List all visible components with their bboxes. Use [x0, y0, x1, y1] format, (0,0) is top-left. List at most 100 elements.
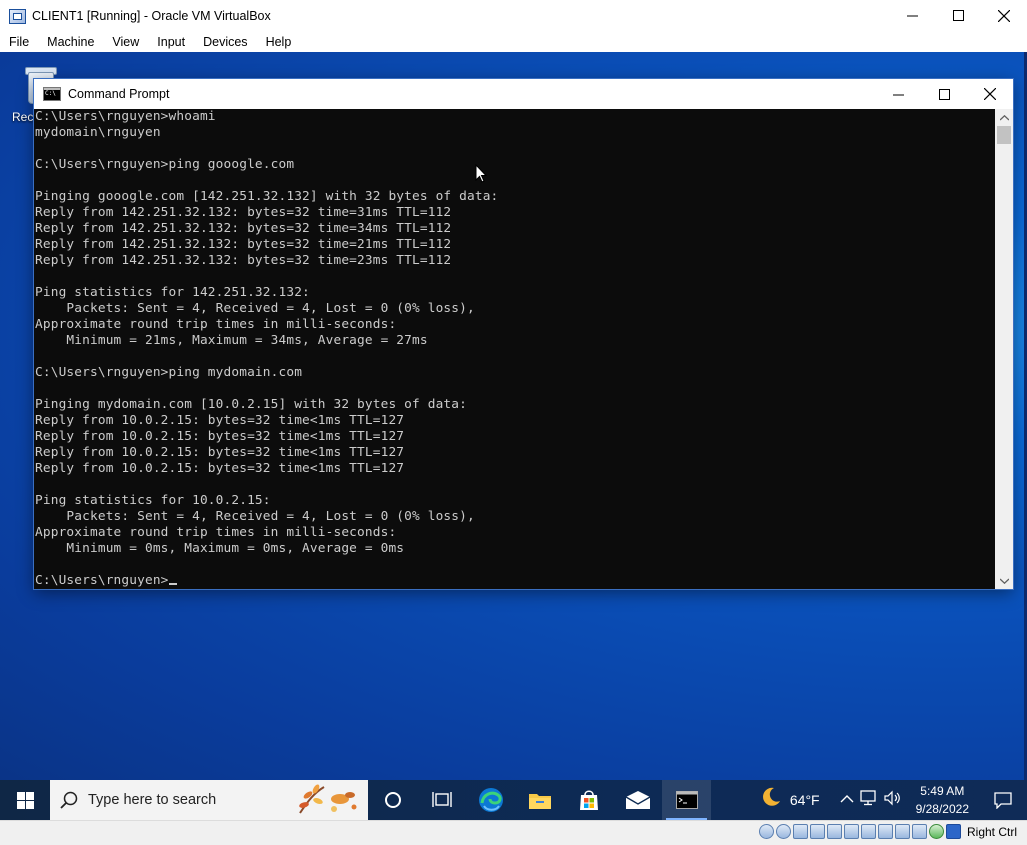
text-cursor: [168, 583, 177, 585]
console-line: Reply from 142.251.32.132: bytes=32 time…: [35, 205, 452, 220]
menu-help[interactable]: Help: [257, 35, 301, 49]
cmd-close-button[interactable]: [967, 79, 1013, 109]
console-line: Reply from 142.251.32.132: bytes=32 time…: [35, 237, 452, 252]
action-center-button[interactable]: [979, 780, 1027, 820]
console-line: Reply from 10.0.2.15: bytes=32 time<1ms …: [35, 445, 405, 460]
console-line: Packets: Sent = 4, Received = 4, Lost = …: [66, 509, 475, 524]
cmd-scrollbar[interactable]: [995, 109, 1013, 589]
volume-icon[interactable]: [884, 790, 902, 810]
console-line: C:\Users\rnguyen>ping gooogle.com: [35, 157, 295, 172]
cmd-titlebar[interactable]: Command Prompt: [34, 79, 1013, 109]
mail-button[interactable]: [613, 780, 662, 820]
cmd-minimize-button[interactable]: [875, 79, 921, 109]
command-prompt-taskbar-button[interactable]: [662, 780, 711, 820]
vbox-window-title: CLIENT1 [Running] - Oracle VM VirtualBox: [32, 8, 271, 23]
weather-temperature[interactable]: 64°F: [790, 792, 820, 808]
vbox-minimize-button[interactable]: [889, 0, 935, 31]
cmd-maximize-button[interactable]: [921, 79, 967, 109]
edge-icon: [478, 788, 503, 812]
scroll-thumb[interactable]: [997, 126, 1011, 144]
audio-status-icon[interactable]: [792, 824, 808, 839]
console-line: Minimum = 0ms, Maximum = 0ms, Average = …: [66, 541, 405, 556]
command-prompt-icon: [675, 791, 698, 809]
shared-folders-status-icon[interactable]: [843, 824, 859, 839]
usb-status-icon[interactable]: [826, 824, 842, 839]
file-explorer-icon: [528, 794, 551, 809]
notification-icon: [994, 791, 1012, 809]
menu-input[interactable]: Input: [148, 35, 194, 49]
command-prompt-window[interactable]: Command Prompt C:\Users\rnguyen>whoami m…: [34, 79, 1013, 589]
maximize-icon: [952, 10, 964, 21]
console-line: C:\Users\rnguyen>ping mydomain.com: [35, 365, 303, 380]
console-line: C:\Users\rnguyen>whoami: [35, 109, 216, 124]
minimize-icon: [892, 94, 904, 95]
search-highlight-art-icon: [299, 784, 357, 814]
console-output[interactable]: C:\Users\rnguyen>whoami mydomain\rnguyen…: [34, 109, 995, 589]
search-icon: [60, 791, 80, 809]
store-button[interactable]: [564, 780, 613, 820]
taskbar-search-box[interactable]: Type here to search: [50, 780, 368, 820]
console-line: Pinging gooogle.com [142.251.32.132] wit…: [35, 189, 499, 204]
cortana-button[interactable]: [368, 780, 417, 820]
clock-time: 5:49 AM: [920, 784, 965, 798]
console-line: Minimum = 21ms, Maximum = 34ms, Average …: [66, 333, 428, 348]
console-line: Reply from 142.251.32.132: bytes=32 time…: [35, 221, 452, 236]
menu-devices[interactable]: Devices: [194, 35, 256, 49]
vbox-menubar: File Machine View Input Devices Help: [0, 31, 1027, 52]
virtualization-status-icon[interactable]: [894, 824, 910, 839]
vbox-titlebar[interactable]: CLIENT1 [Running] - Oracle VM VirtualBox: [0, 0, 1027, 31]
taskbar-clock[interactable]: 5:49 AM 9/28/2022: [916, 782, 969, 818]
clock-date: 9/28/2022: [915, 802, 969, 816]
tray-chevron-icon[interactable]: [840, 792, 854, 808]
console-line: Ping statistics for 10.0.2.15:: [35, 493, 271, 508]
menu-file[interactable]: File: [0, 35, 38, 49]
taskbar: Type here to search 64°F 5:49 AM 9/28/20…: [0, 780, 1027, 820]
video-capture-status-icon[interactable]: [877, 824, 893, 839]
weather-moon-icon[interactable]: [760, 786, 782, 814]
console-line: mydomain\rnguyen: [35, 125, 161, 140]
maximize-icon: [938, 88, 950, 100]
windows-logo-icon: [16, 791, 34, 809]
edge-button[interactable]: [466, 780, 515, 820]
console-line: Ping statistics for 142.251.32.132:: [35, 285, 310, 300]
console-line: Reply from 10.0.2.15: bytes=32 time<1ms …: [35, 413, 405, 428]
file-explorer-button[interactable]: [515, 780, 564, 820]
task-view-icon: [431, 792, 452, 807]
hard-disk-status-icon[interactable]: [758, 824, 774, 839]
cmd-window-title: Command Prompt: [68, 87, 170, 101]
cortana-icon: [384, 792, 401, 808]
host-key-label: Right Ctrl: [966, 824, 1017, 839]
display-status-icon[interactable]: [860, 824, 876, 839]
vbox-statusbar: Right Ctrl: [0, 820, 1027, 845]
menu-machine[interactable]: Machine: [38, 35, 103, 49]
console-line: Reply from 142.251.32.132: bytes=32 time…: [35, 253, 452, 268]
network-icon[interactable]: [859, 790, 878, 810]
console-line: Approximate round trip times in milli-se…: [35, 317, 397, 332]
guest-additions-status-icon[interactable]: [928, 824, 944, 839]
console-line: Approximate round trip times in milli-se…: [35, 525, 397, 540]
system-tray: 64°F 5:49 AM 9/28/2022: [760, 780, 1027, 820]
mail-icon: [625, 791, 650, 809]
vbox-maximize-button[interactable]: [935, 0, 981, 31]
console-line: Reply from 10.0.2.15: bytes=32 time<1ms …: [35, 461, 405, 476]
mouse-pointer-icon: [475, 164, 487, 183]
virtualbox-icon: [8, 7, 26, 25]
mouse-integration-status-icon[interactable]: [945, 824, 961, 839]
console-line: Packets: Sent = 4, Received = 4, Lost = …: [66, 301, 475, 316]
store-icon: [579, 790, 598, 810]
close-icon: [984, 88, 996, 100]
vbox-close-button[interactable]: [981, 0, 1027, 31]
menu-view[interactable]: View: [103, 35, 148, 49]
close-icon: [998, 9, 1010, 22]
guest-desktop: Recy Command Prompt C:\Users\rnguyen>who…: [0, 52, 1027, 780]
console-line: Reply from 10.0.2.15: bytes=32 time<1ms …: [35, 429, 405, 444]
network-status-icon[interactable]: [809, 824, 825, 839]
console-prompt: C:\Users\rnguyen>: [35, 573, 169, 588]
cpu-status-icon[interactable]: [911, 824, 927, 839]
scroll-down-arrow-icon[interactable]: [995, 572, 1013, 589]
console-lines: C:\Users\rnguyen>whoami mydomain\rnguyen…: [35, 109, 498, 556]
scroll-up-arrow-icon[interactable]: [995, 109, 1013, 126]
task-view-button[interactable]: [417, 780, 466, 820]
start-button[interactable]: [0, 780, 50, 820]
optical-drive-status-icon[interactable]: [775, 824, 791, 839]
